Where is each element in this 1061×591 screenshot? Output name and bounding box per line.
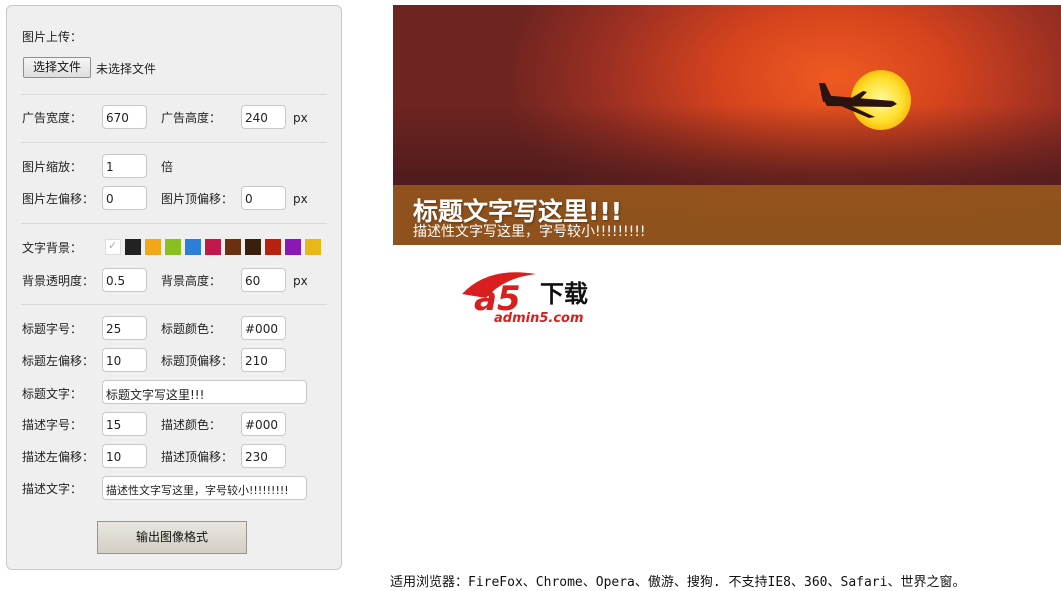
desc-color-input[interactable]: #000 (241, 412, 286, 436)
bg-opacity-label: 背景透明度： (22, 274, 95, 288)
settings-panel: 图片上传： 选择文件 未选择文件 广告宽度： 670 广告高度： 240 px … (6, 5, 342, 570)
color-swatch[interactable] (265, 239, 281, 255)
output-image-button[interactable]: 输出图像格式 (97, 521, 247, 554)
img-top-input[interactable]: 0 (241, 186, 286, 210)
desc-left-label: 描述左偏移： (22, 450, 95, 464)
title-left-input[interactable]: 10 (102, 348, 147, 372)
a5-logo: a5 下载 admin5.com (458, 264, 608, 326)
color-swatch[interactable] (225, 239, 241, 255)
bg-height-label: 背景高度： (161, 274, 222, 288)
zoom-unit: 倍 (161, 160, 174, 174)
title-text-input[interactable]: 标题文字写这里!!! (102, 380, 307, 404)
preview-description: 描述性文字写这里，字号较小!!!!!!!!! (413, 224, 646, 240)
check-icon: ✓ (108, 239, 118, 252)
color-swatch[interactable] (165, 239, 181, 255)
title-color-label: 标题颜色： (161, 322, 222, 336)
img-left-input[interactable]: 0 (102, 186, 147, 210)
title-left-label: 标题左偏移： (22, 354, 95, 368)
zoom-input[interactable]: 1 (102, 154, 147, 178)
px-unit: px (293, 192, 308, 206)
ad-preview: 标题文字写这里!!! 描述性文字写这里，字号较小!!!!!!!!! (393, 5, 1061, 245)
color-swatch[interactable] (125, 239, 141, 255)
divider (21, 223, 327, 224)
title-top-input[interactable]: 210 (241, 348, 286, 372)
px-unit: px (293, 274, 308, 288)
desc-left-input[interactable]: 10 (102, 444, 147, 468)
ad-width-label: 广告宽度： (22, 111, 83, 125)
title-top-label: 标题顶偏移： (161, 354, 234, 368)
color-swatch[interactable] (245, 239, 261, 255)
title-text-label: 标题文字： (22, 387, 83, 401)
file-status: 未选择文件 (96, 62, 157, 76)
title-color-input[interactable]: #000 (241, 316, 286, 340)
desc-top-input[interactable]: 230 (241, 444, 286, 468)
title-size-input[interactable]: 25 (102, 316, 147, 340)
img-top-label: 图片顶偏移： (161, 192, 234, 206)
color-swatch[interactable] (305, 239, 321, 255)
ad-width-input[interactable]: 670 (102, 105, 147, 129)
bg-opacity-input[interactable]: 0.5 (102, 268, 147, 292)
browser-compat-note: 适用浏览器：FireFox、Chrome、Opera、傲游、搜狗. 不支持IE8… (390, 575, 966, 590)
bg-height-input[interactable]: 60 (241, 268, 286, 292)
a5-logo-mark: a5 下载 admin5.com (462, 272, 588, 326)
swatch-transparent-selected[interactable]: ✓ (105, 239, 121, 255)
ad-height-label: 广告高度： (161, 111, 222, 125)
desc-text-label: 描述文字： (22, 482, 83, 496)
color-swatch[interactable] (285, 239, 301, 255)
px-unit: px (293, 111, 308, 125)
divider (21, 304, 327, 305)
choose-file-button[interactable]: 选择文件 (23, 57, 91, 78)
color-swatch[interactable] (185, 239, 201, 255)
text-bg-label: 文字背景： (22, 241, 83, 255)
desc-text-input[interactable]: 描述性文字写这里，字号较小!!!!!!!!! (102, 476, 307, 500)
desc-top-label: 描述顶偏移： (161, 450, 234, 464)
divider (21, 142, 327, 143)
desc-color-label: 描述颜色： (161, 418, 222, 432)
logo-cn-text: 下载 (540, 280, 588, 308)
logo-site-text: admin5.com (494, 311, 584, 326)
img-left-label: 图片左偏移： (22, 192, 95, 206)
title-size-label: 标题字号： (22, 322, 83, 336)
color-swatch[interactable] (205, 239, 221, 255)
divider (21, 94, 327, 95)
upload-label: 图片上传： (22, 30, 83, 44)
desc-size-input[interactable]: 15 (102, 412, 147, 436)
ad-height-input[interactable]: 240 (241, 105, 286, 129)
desc-size-label: 描述字号： (22, 418, 83, 432)
zoom-label: 图片缩放： (22, 160, 83, 174)
color-swatch[interactable] (145, 239, 161, 255)
